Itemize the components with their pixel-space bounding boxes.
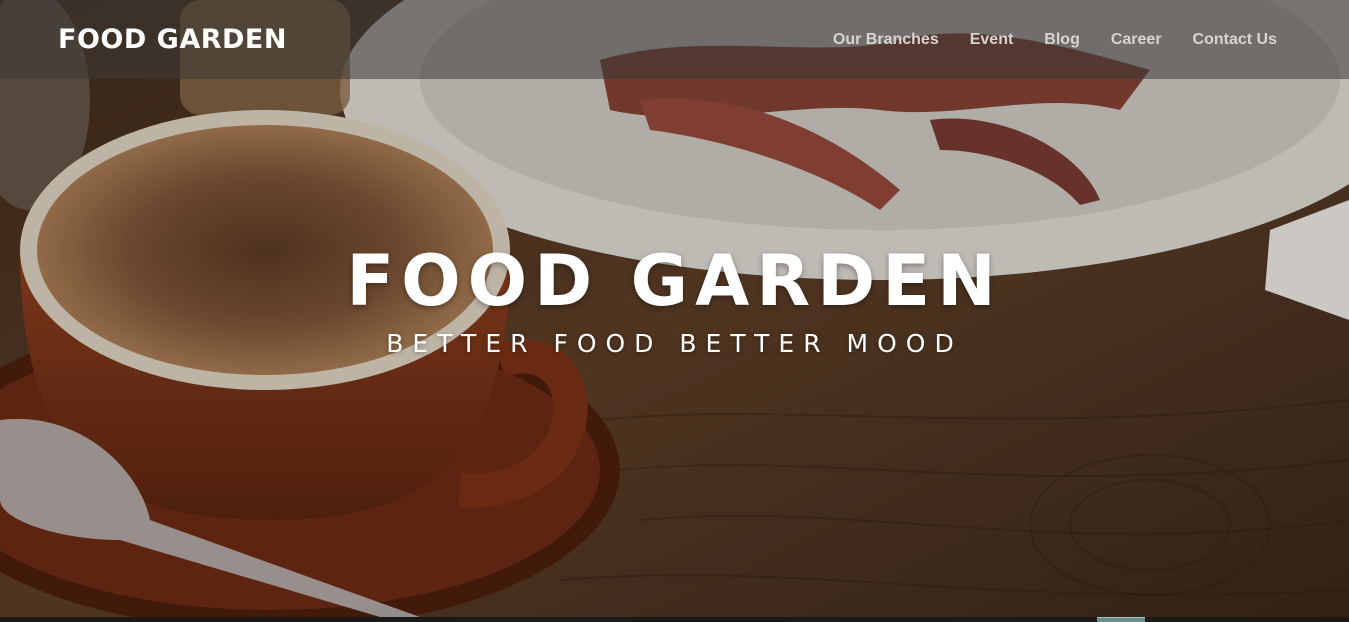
hero-subtitle: BETTER FOOD BETTER MOOD: [386, 329, 963, 358]
brand-logo-link[interactable]: FOOD GARDEN: [58, 24, 287, 55]
bottom-bar: [0, 617, 1349, 622]
nav-links: Our Branches Event Blog Career Contact U…: [833, 31, 1277, 49]
navbar: FOOD GARDEN Our Branches Event Blog Care…: [0, 0, 1349, 79]
nav-link-career[interactable]: Career: [1111, 31, 1162, 49]
hero-section: FOOD GARDEN BETTER FOOD BETTER MOOD: [0, 0, 1349, 617]
hero-title: FOOD GARDEN: [346, 240, 1003, 322]
nav-link-contact-us[interactable]: Contact Us: [1193, 31, 1277, 49]
nav-link-event[interactable]: Event: [970, 31, 1014, 49]
bottom-scroll-tab[interactable]: [1097, 617, 1145, 622]
nav-link-our-branches[interactable]: Our Branches: [833, 31, 939, 49]
nav-link-blog[interactable]: Blog: [1044, 31, 1080, 49]
